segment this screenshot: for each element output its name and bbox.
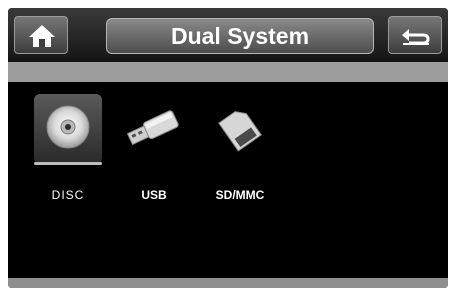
source-label-sd-mmc: SD/MMC	[215, 188, 265, 202]
home-button[interactable]	[14, 16, 68, 54]
source-disc[interactable]: DISC	[28, 94, 108, 204]
title-bar: Dual System	[8, 8, 448, 62]
home-icon	[29, 25, 55, 47]
sd-icon-tile	[206, 94, 274, 164]
usb-icon-tile	[120, 94, 188, 164]
disc-icon	[46, 105, 90, 149]
footer-bar	[8, 278, 448, 288]
dual-system-screen: Dual System DISC USB SD/MMC	[8, 8, 448, 288]
sd-card-icon	[218, 111, 262, 152]
page-title: Dual System	[106, 18, 374, 54]
source-usb[interactable]: USB	[114, 94, 194, 204]
back-button[interactable]	[388, 16, 442, 54]
disc-icon-tile	[34, 94, 102, 164]
source-label-usb: USB	[141, 188, 167, 202]
usb-drive-icon	[126, 110, 179, 146]
header-divider-strip	[8, 62, 448, 82]
selection-indicator	[34, 162, 102, 165]
back-arrow-icon	[402, 29, 430, 45]
source-sd-mmc[interactable]: SD/MMC	[200, 94, 280, 204]
source-label-disc: DISC	[51, 188, 85, 202]
